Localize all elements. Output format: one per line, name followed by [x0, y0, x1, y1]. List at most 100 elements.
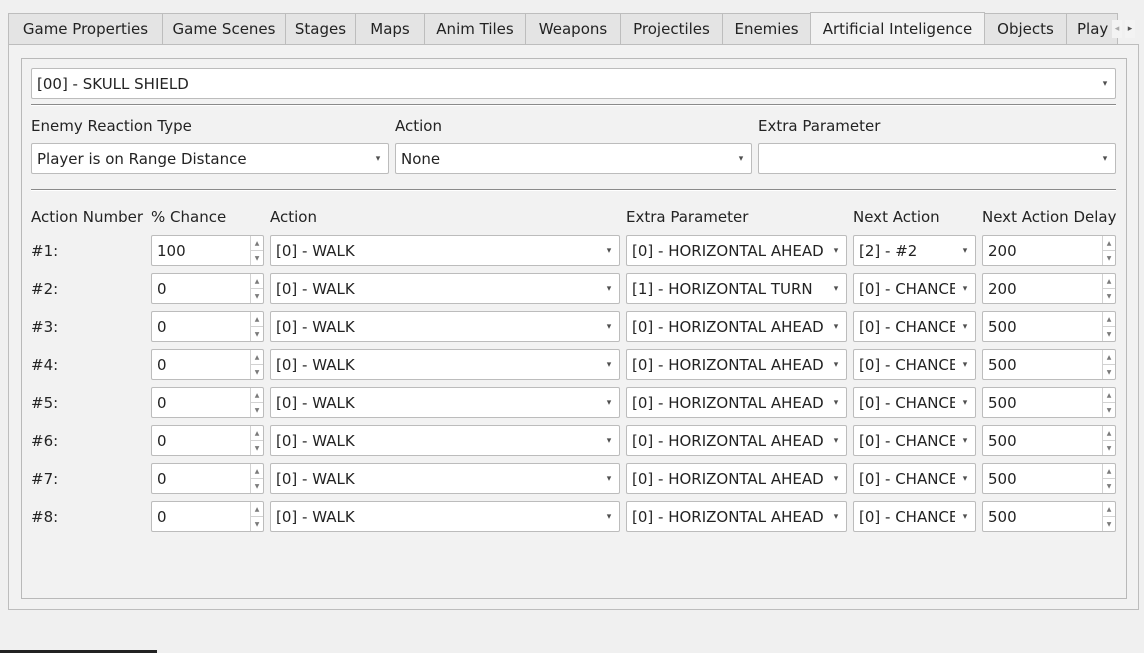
spin-down-icon[interactable]: ▼: [1103, 251, 1115, 265]
extra-parameter-combo[interactable]: [0] - HORIZONTAL AHEAD ▾: [626, 463, 847, 494]
chance-spinbox[interactable]: 100 ▲ ▼: [151, 235, 264, 266]
chance-spinbox[interactable]: 0 ▲ ▼: [151, 349, 264, 380]
next-action-combo[interactable]: [0] - CHANCE ▾: [853, 501, 976, 532]
tab-play[interactable]: Play: [1066, 13, 1118, 45]
spin-down-icon[interactable]: ▼: [1103, 289, 1115, 303]
chance-spinbox[interactable]: 0 ▲ ▼: [151, 501, 264, 532]
spin-up-icon[interactable]: ▲: [1103, 502, 1115, 517]
action-combo[interactable]: [0] - WALK ▾: [270, 235, 620, 266]
spin-down-icon[interactable]: ▼: [251, 479, 263, 493]
spin-down-icon[interactable]: ▼: [251, 517, 263, 531]
spin-down-icon[interactable]: ▼: [1103, 517, 1115, 531]
spin-down-icon[interactable]: ▼: [251, 251, 263, 265]
next-action-delay-spinbox[interactable]: 500 ▲ ▼: [982, 349, 1116, 380]
chevron-down-icon: ▾: [962, 321, 968, 332]
next-action-combo[interactable]: [0] - CHANCE ▾: [853, 387, 976, 418]
next-action-delay-spinbox[interactable]: 500 ▲ ▼: [982, 425, 1116, 456]
action-combo[interactable]: [0] - WALK ▾: [270, 311, 620, 342]
tab-scroll-left-icon[interactable]: ◂: [1112, 20, 1122, 38]
action-combo[interactable]: [0] - WALK ▾: [270, 387, 620, 418]
spin-up-icon[interactable]: ▲: [251, 464, 263, 479]
tab-game-scenes[interactable]: Game Scenes: [162, 13, 286, 45]
tab-stages[interactable]: Stages: [285, 13, 356, 45]
spin-up-icon[interactable]: ▲: [251, 274, 263, 289]
spin-up-icon[interactable]: ▲: [1103, 350, 1115, 365]
next-action-delay-spinbox[interactable]: 200 ▲ ▼: [982, 273, 1116, 304]
spin-up-icon[interactable]: ▲: [251, 426, 263, 441]
spin-up-icon[interactable]: ▲: [251, 312, 263, 327]
spin-down-icon[interactable]: ▼: [251, 403, 263, 417]
extra-parameter-value: [0] - HORIZONTAL AHEAD: [632, 241, 824, 260]
next-action-combo[interactable]: [0] - CHANCE ▾: [853, 311, 976, 342]
spin-down-icon[interactable]: ▼: [1103, 327, 1115, 341]
spin-down-icon[interactable]: ▼: [1103, 403, 1115, 417]
next-action-delay-spinbox[interactable]: 500 ▲ ▼: [982, 463, 1116, 494]
spin-up-icon[interactable]: ▲: [1103, 274, 1115, 289]
action-combo[interactable]: [0] - WALK ▾: [270, 349, 620, 380]
extra-parameter-combo[interactable]: [0] - HORIZONTAL AHEAD ▾: [626, 235, 847, 266]
spin-down-icon[interactable]: ▼: [251, 441, 263, 455]
spin-down-icon[interactable]: ▼: [251, 327, 263, 341]
action-combo[interactable]: [0] - WALK ▾: [270, 463, 620, 494]
next-action-combo[interactable]: [0] - CHANCE ▾: [853, 273, 976, 304]
spin-up-icon[interactable]: ▲: [251, 236, 263, 251]
next-action-combo[interactable]: [2] - #2 ▾: [853, 235, 976, 266]
next-action-delay-spinbox[interactable]: 500 ▲ ▼: [982, 501, 1116, 532]
spin-down-icon[interactable]: ▼: [251, 289, 263, 303]
extra-parameter-combo[interactable]: [0] - HORIZONTAL AHEAD ▾: [626, 501, 847, 532]
reaction-action-combo[interactable]: None ▾: [395, 143, 752, 174]
extra-parameter-combo[interactable]: [0] - HORIZONTAL AHEAD ▾: [626, 425, 847, 456]
tab-scroll-right-icon[interactable]: ▸: [1125, 20, 1135, 38]
spin-up-icon[interactable]: ▲: [1103, 236, 1115, 251]
reaction-type-combo[interactable]: Player is on Range Distance ▾: [31, 143, 389, 174]
action-value: [0] - WALK: [276, 355, 355, 374]
next-action-delay-spinbox[interactable]: 200 ▲ ▼: [982, 235, 1116, 266]
chevron-down-icon: ▾: [833, 435, 839, 446]
tab-game-properties[interactable]: Game Properties: [8, 13, 163, 45]
chance-spinbox[interactable]: 0 ▲ ▼: [151, 425, 264, 456]
spin-up-icon[interactable]: ▲: [251, 502, 263, 517]
chevron-down-icon: ▾: [833, 245, 839, 256]
row-number: #5:: [31, 394, 59, 412]
extra-parameter-combo[interactable]: [0] - HORIZONTAL AHEAD ▾: [626, 349, 847, 380]
spin-down-icon[interactable]: ▼: [251, 365, 263, 379]
spin-down-icon[interactable]: ▼: [1103, 441, 1115, 455]
tab-enemies[interactable]: Enemies: [722, 13, 811, 45]
extra-parameter-combo[interactable]: [0] - HORIZONTAL AHEAD ▾: [626, 387, 847, 418]
chevron-down-icon: ▾: [1102, 78, 1108, 89]
action-combo[interactable]: [0] - WALK ▾: [270, 501, 620, 532]
spin-up-icon[interactable]: ▲: [251, 388, 263, 403]
tab-artificial-inteligence[interactable]: Artificial Inteligence: [810, 12, 985, 45]
delay-value: 500: [988, 431, 1017, 450]
tab-maps[interactable]: Maps: [355, 13, 425, 45]
next-action-combo[interactable]: [0] - CHANCE ▾: [853, 463, 976, 494]
chance-spinbox[interactable]: 0 ▲ ▼: [151, 463, 264, 494]
next-action-delay-spinbox[interactable]: 500 ▲ ▼: [982, 311, 1116, 342]
chance-spinbox[interactable]: 0 ▲ ▼: [151, 387, 264, 418]
tab-weapons[interactable]: Weapons: [525, 13, 621, 45]
tab-projectiles[interactable]: Projectiles: [620, 13, 723, 45]
spin-up-icon[interactable]: ▲: [1103, 426, 1115, 441]
spin-down-icon[interactable]: ▼: [1103, 365, 1115, 379]
action-combo[interactable]: [0] - WALK ▾: [270, 425, 620, 456]
chance-value: 100: [157, 241, 186, 260]
tab-anim-tiles[interactable]: Anim Tiles: [424, 13, 526, 45]
reaction-extra-combo[interactable]: ▾: [758, 143, 1116, 174]
spin-down-icon[interactable]: ▼: [1103, 479, 1115, 493]
ai-selector-combo[interactable]: [00] - SKULL SHIELD ▾: [31, 68, 1116, 99]
chance-spinbox[interactable]: 0 ▲ ▼: [151, 273, 264, 304]
extra-parameter-combo[interactable]: [1] - HORIZONTAL TURN ▾: [626, 273, 847, 304]
extra-parameter-combo[interactable]: [0] - HORIZONTAL AHEAD ▾: [626, 311, 847, 342]
extra-parameter-value: [0] - HORIZONTAL AHEAD: [632, 431, 824, 450]
chance-spinbox[interactable]: 0 ▲ ▼: [151, 311, 264, 342]
next-action-combo[interactable]: [0] - CHANCE ▾: [853, 425, 976, 456]
spin-up-icon[interactable]: ▲: [1103, 388, 1115, 403]
spin-up-icon[interactable]: ▲: [1103, 312, 1115, 327]
next-action-delay-spinbox[interactable]: 500 ▲ ▼: [982, 387, 1116, 418]
next-action-combo[interactable]: [0] - CHANCE ▾: [853, 349, 976, 380]
spin-up-icon[interactable]: ▲: [251, 350, 263, 365]
tab-objects[interactable]: Objects: [984, 13, 1067, 45]
spin-up-icon[interactable]: ▲: [1103, 464, 1115, 479]
action-value: [0] - WALK: [276, 279, 355, 298]
action-combo[interactable]: [0] - WALK ▾: [270, 273, 620, 304]
